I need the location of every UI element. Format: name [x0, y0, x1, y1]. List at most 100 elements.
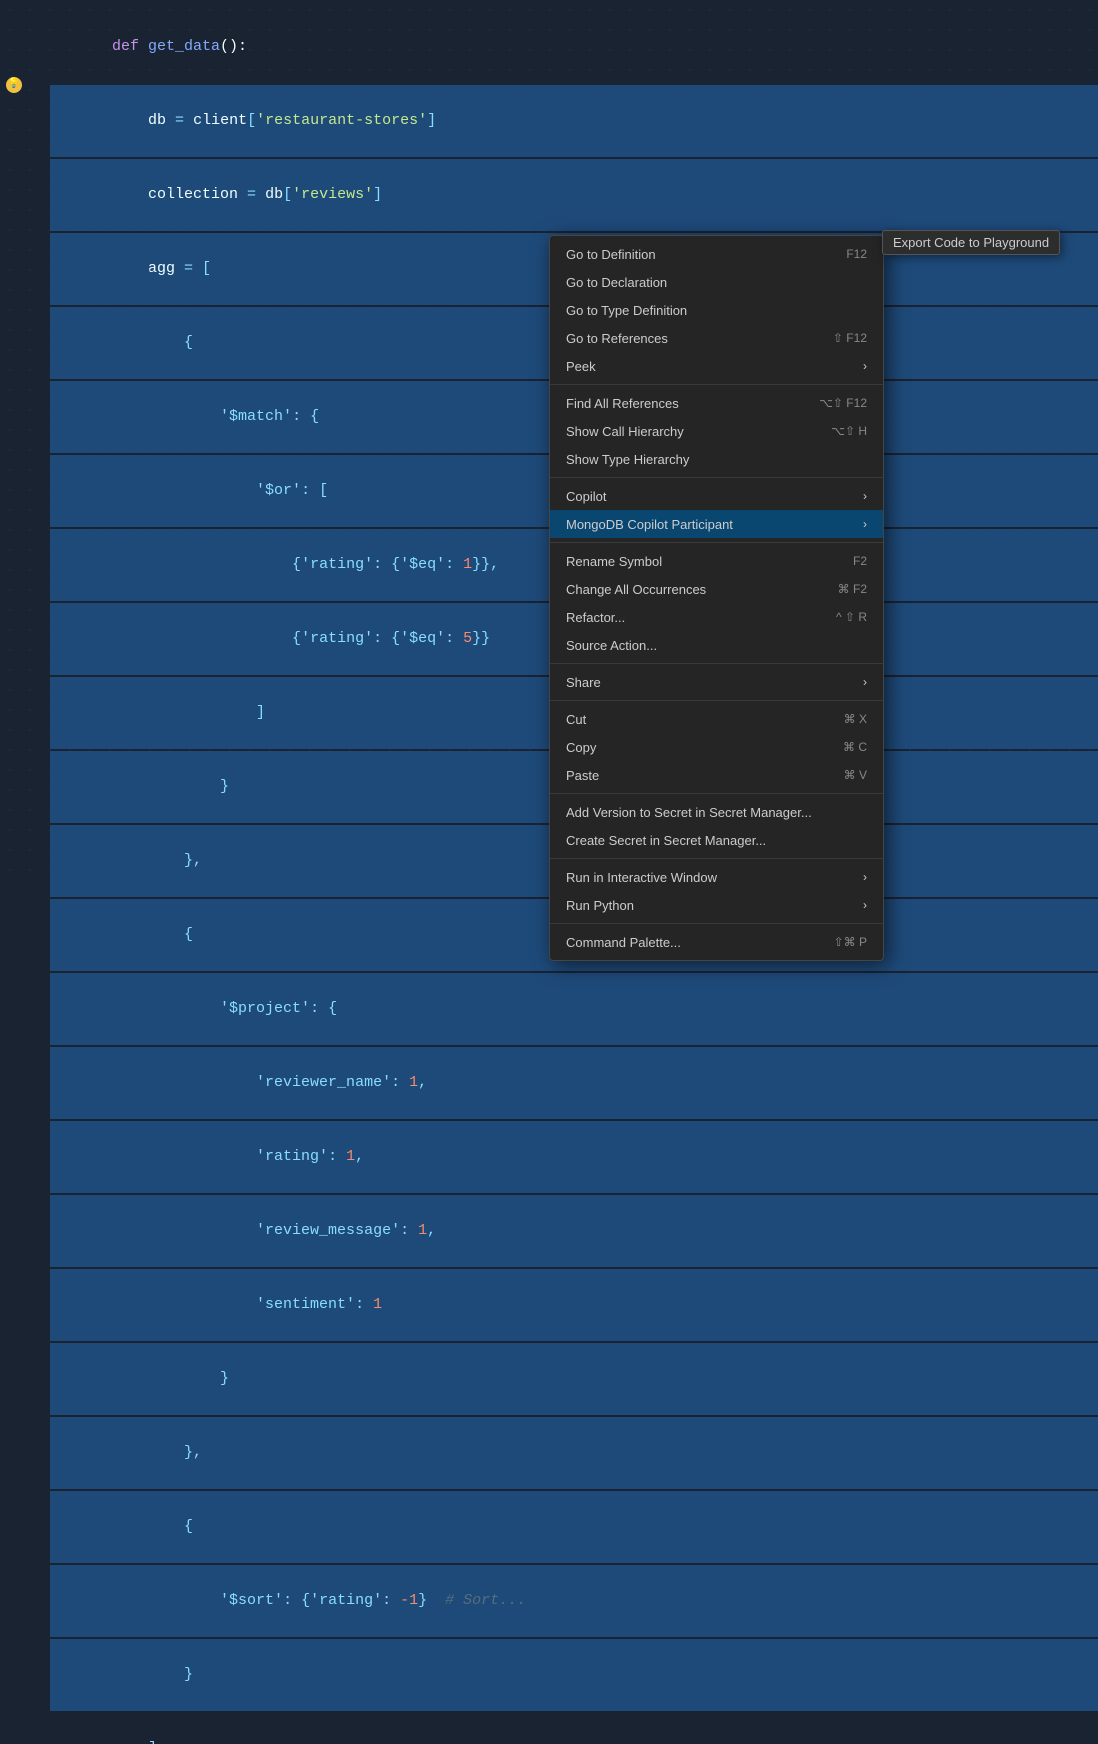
menu-item-label: Go to References [566, 331, 668, 346]
menu-item-label: Share [566, 675, 601, 690]
menu-item-label: Paste [566, 768, 599, 783]
code-line-14: '$project': { [0, 972, 1098, 1046]
menu-item-go-to-definition[interactable]: Go to Definition F12 [550, 240, 883, 268]
menu-item-label: Go to Type Definition [566, 303, 687, 318]
menu-item-refactor[interactable]: Refactor... ^ ⇧ R [550, 603, 883, 631]
code-line-16: 'rating': 1, [0, 1120, 1098, 1194]
menu-item-run-python[interactable]: Run Python › [550, 891, 883, 919]
menu-section-find: Find All References ⌥⇧ F12 Show Call Hie… [550, 385, 883, 478]
menu-section-command-palette: Command Palette... ⇧⌘ P [550, 924, 883, 960]
code-line-23: } [0, 1638, 1098, 1712]
line-content: def get_data(): [50, 11, 1098, 83]
menu-item-shortcut: ⌘ V [844, 768, 867, 782]
menu-item-shortcut: ⌥⇧ H [831, 424, 867, 438]
line-content: } [50, 1343, 1098, 1415]
menu-item-shortcut: F12 [846, 247, 867, 261]
menu-item-label: Command Palette... [566, 935, 681, 950]
menu-item-shortcut: ^ ⇧ R [836, 610, 867, 624]
menu-item-shortcut: ⌘ X [844, 712, 867, 726]
menu-item-paste[interactable]: Paste ⌘ V [550, 761, 883, 789]
menu-item-label: Go to Definition [566, 247, 656, 262]
menu-item-shortcut: ⇧ F12 [833, 331, 867, 345]
submenu-label: Export Code to Playground [893, 235, 1049, 250]
line-content: '$project': { [50, 973, 1098, 1045]
chevron-right-icon: › [863, 517, 867, 531]
menu-item-go-to-type-definition[interactable]: Go to Type Definition [550, 296, 883, 324]
line-content: 'sentiment': 1 [50, 1269, 1098, 1341]
menu-item-mongodb-copilot[interactable]: MongoDB Copilot Participant › [550, 510, 883, 538]
menu-item-source-action[interactable]: Source Action... [550, 631, 883, 659]
chevron-right-icon: › [863, 675, 867, 689]
line-content: }, [50, 1417, 1098, 1489]
menu-item-label: Copilot [566, 489, 606, 504]
code-line-19: } [0, 1342, 1098, 1416]
menu-item-label: Show Type Hierarchy [566, 452, 689, 467]
menu-item-go-to-references[interactable]: Go to References ⇧ F12 [550, 324, 883, 352]
line-content: '$sort': {'rating': -1} # Sort... [50, 1565, 1098, 1637]
menu-item-label: Peek [566, 359, 596, 374]
line-content: 'reviewer_name': 1, [50, 1047, 1098, 1119]
menu-item-find-all-references[interactable]: Find All References ⌥⇧ F12 [550, 389, 883, 417]
menu-item-shortcut: ⌘ F2 [838, 582, 867, 596]
code-line-18: 'sentiment': 1 [0, 1268, 1098, 1342]
code-line-20: }, [0, 1416, 1098, 1490]
menu-item-show-type-hierarchy[interactable]: Show Type Hierarchy [550, 445, 883, 473]
code-line-22: '$sort': {'rating': -1} # Sort... [0, 1564, 1098, 1638]
breakpoint-indicator: 💡 [6, 77, 22, 93]
menu-item-shortcut: ⌥⇧ F12 [819, 396, 867, 410]
code-line-1: def get_data(): [0, 10, 1098, 84]
line-content: ] [50, 1713, 1098, 1744]
line-content: 'rating': 1, [50, 1121, 1098, 1193]
menu-item-command-palette[interactable]: Command Palette... ⇧⌘ P [550, 928, 883, 956]
code-line-24: ] [0, 1712, 1098, 1744]
code-line-17: 'review_message': 1, [0, 1194, 1098, 1268]
menu-item-label: Add Version to Secret in Secret Manager.… [566, 805, 812, 820]
menu-section-share: Share › [550, 664, 883, 701]
line-content: db = client['restaurant-stores'] [50, 85, 1098, 157]
menu-item-label: Refactor... [566, 610, 625, 625]
menu-item-change-all-occurrences[interactable]: Change All Occurrences ⌘ F2 [550, 575, 883, 603]
function-name: get_data [148, 38, 220, 55]
menu-item-label: Find All References [566, 396, 679, 411]
line-content: { [50, 1491, 1098, 1563]
menu-item-rename-symbol[interactable]: Rename Symbol F2 [550, 547, 883, 575]
menu-item-label: Copy [566, 740, 596, 755]
menu-section-run: Run in Interactive Window › Run Python › [550, 859, 883, 924]
code-line-2: 💡 db = client['restaurant-stores'] [0, 84, 1098, 158]
menu-item-label: Show Call Hierarchy [566, 424, 684, 439]
menu-item-shortcut: ⌘ C [843, 740, 867, 754]
menu-item-label: Cut [566, 712, 586, 727]
menu-item-copilot[interactable]: Copilot › [550, 482, 883, 510]
code-line-3: collection = db['reviews'] [0, 158, 1098, 232]
menu-section-clipboard: Cut ⌘ X Copy ⌘ C Paste ⌘ V [550, 701, 883, 794]
code-line-15: 'reviewer_name': 1, [0, 1046, 1098, 1120]
menu-item-label: Source Action... [566, 638, 657, 653]
menu-section-navigation: Go to Definition F12 Go to Declaration G… [550, 236, 883, 385]
line-content: collection = db['reviews'] [50, 159, 1098, 231]
chevron-right-icon: › [863, 359, 867, 373]
menu-item-run-interactive[interactable]: Run in Interactive Window › [550, 863, 883, 891]
punct: (): [220, 38, 247, 55]
menu-item-go-to-declaration[interactable]: Go to Declaration [550, 268, 883, 296]
submenu-export-code[interactable]: Export Code to Playground [882, 230, 1060, 255]
line-content: 'review_message': 1, [50, 1195, 1098, 1267]
menu-item-label: Run Python [566, 898, 634, 913]
menu-section-refactor: Rename Symbol F2 Change All Occurrences … [550, 543, 883, 664]
chevron-right-icon: › [863, 870, 867, 884]
menu-item-label: Go to Declaration [566, 275, 667, 290]
menu-section-copilot: Copilot › MongoDB Copilot Participant › [550, 478, 883, 543]
menu-item-peek[interactable]: Peek › [550, 352, 883, 380]
menu-item-copy[interactable]: Copy ⌘ C [550, 733, 883, 761]
menu-item-shortcut: F2 [853, 554, 867, 568]
menu-item-label: Create Secret in Secret Manager... [566, 833, 766, 848]
keyword: def [112, 38, 148, 55]
menu-item-shortcut: ⇧⌘ P [834, 935, 867, 949]
menu-item-create-secret[interactable]: Create Secret in Secret Manager... [550, 826, 883, 854]
context-menu: Go to Definition F12 Go to Declaration G… [549, 235, 884, 961]
menu-item-cut[interactable]: Cut ⌘ X [550, 705, 883, 733]
menu-item-add-version-secret[interactable]: Add Version to Secret in Secret Manager.… [550, 798, 883, 826]
menu-item-label: Change All Occurrences [566, 582, 706, 597]
menu-section-secret: Add Version to Secret in Secret Manager.… [550, 794, 883, 859]
menu-item-share[interactable]: Share › [550, 668, 883, 696]
menu-item-show-call-hierarchy[interactable]: Show Call Hierarchy ⌥⇧ H [550, 417, 883, 445]
